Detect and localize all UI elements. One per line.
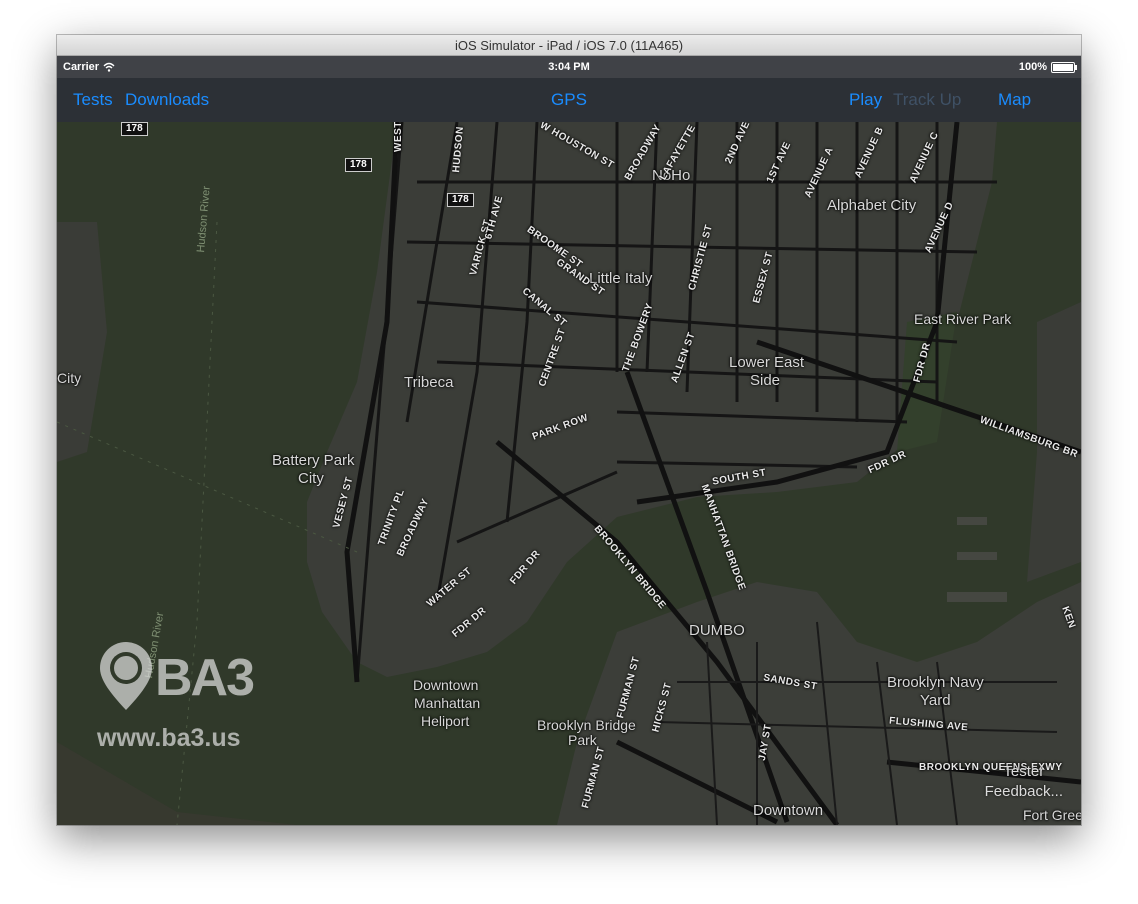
label-alphabet-city: Alphabet City: [827, 197, 917, 214]
tester-feedback[interactable]: Tester Feedback...: [985, 762, 1063, 802]
label-tribeca: Tribeca: [404, 374, 454, 391]
downloads-button[interactable]: Downloads: [125, 78, 209, 122]
status-time: 3:04 PM: [548, 61, 590, 73]
navigation-bar: Tests Downloads GPS Play Track Up Map: [57, 78, 1081, 122]
battery-icon: [1051, 61, 1077, 73]
window-titlebar: iOS Simulator - iPad / iOS 7.0 (11A465): [57, 35, 1081, 56]
route-178-shield: 178: [345, 158, 372, 172]
label-heliport: Downtown: [413, 677, 479, 693]
window-title: iOS Simulator - iPad / iOS 7.0 (11A465): [454, 38, 684, 53]
label-heliport: Manhattan: [414, 695, 481, 711]
tester-label: Tester: [1003, 763, 1045, 780]
route-178-shield: 178: [447, 193, 474, 207]
feedback-label: Feedback...: [984, 783, 1063, 800]
label-brooklyn-navy-yard: Yard: [920, 692, 951, 709]
label-fort-greene: Fort Gree: [1023, 807, 1081, 823]
label-brooklyn-navy-yard: Brooklyn Navy: [887, 674, 984, 691]
label-lower-east-side: Lower East: [729, 354, 805, 371]
logo-url: www.ba3.us: [97, 724, 241, 752]
label-dumbo: DUMBO: [689, 622, 745, 639]
label-brooklyn-bridge-park: Brooklyn Bridge: [537, 717, 636, 733]
tests-button[interactable]: Tests: [73, 78, 113, 122]
map-button[interactable]: Map: [998, 78, 1031, 122]
play-button[interactable]: Play: [849, 78, 882, 122]
ios-status-bar: Carrier 3:04 PM 100%: [57, 56, 1081, 78]
location-pin-icon: [100, 642, 152, 710]
logo-text: BA3: [155, 649, 255, 707]
label-battery-park-city: City: [298, 470, 324, 487]
label-lower-east-side: Side: [750, 372, 781, 389]
status-right: 100%: [1018, 56, 1077, 78]
label-city: City: [57, 370, 82, 386]
label-heliport: Heliport: [421, 713, 470, 729]
label-battery-park-city: Battery Park: [272, 452, 355, 469]
route-178-shield: 178: [121, 122, 148, 136]
label-east-river-park: East River Park: [914, 311, 1012, 327]
satellite-map[interactable]: 178 178 178 NoHo Alphabet City Little It…: [57, 122, 1081, 825]
street-west: WEST: [393, 122, 404, 152]
label-brooklyn-bridge-park: Park: [568, 732, 597, 748]
simulator-window: iOS Simulator - iPad / iOS 7.0 (11A465) …: [57, 35, 1081, 825]
track-up-button: Track Up: [893, 90, 962, 109]
label-downtown-brooklyn: Downtown: [753, 802, 824, 819]
battery-percent: 100%: [1018, 61, 1047, 73]
